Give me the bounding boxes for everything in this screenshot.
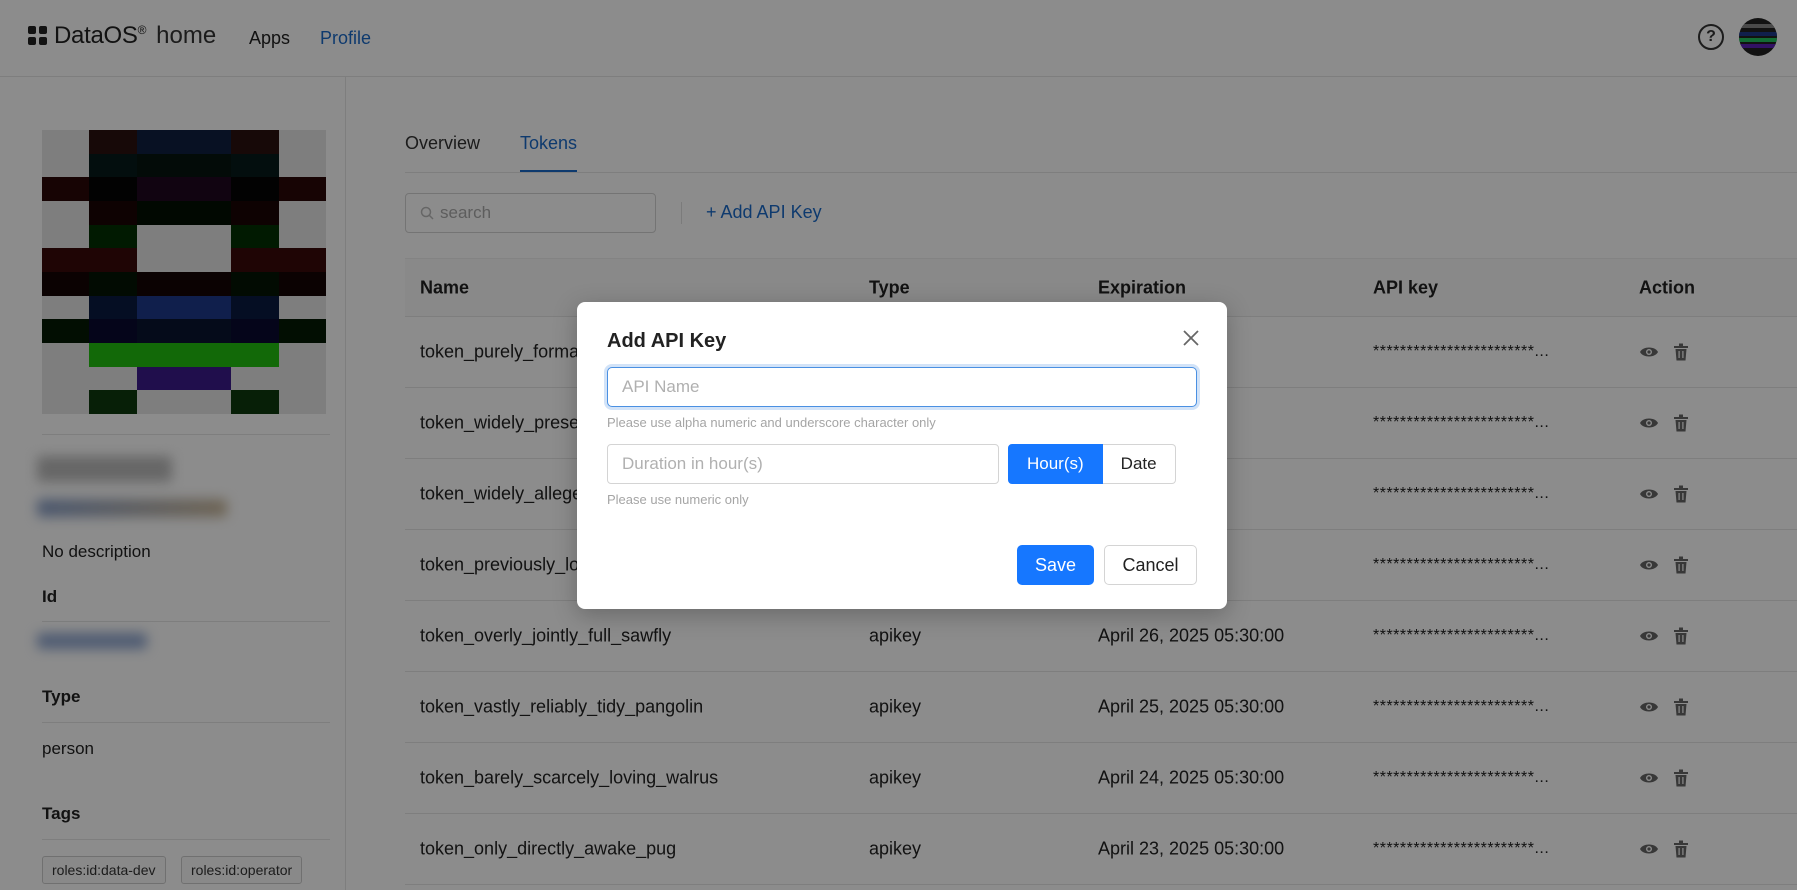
api-name-hint: Please use alpha numeric and underscore …	[607, 415, 936, 430]
close-icon[interactable]	[1179, 326, 1203, 350]
add-api-key-modal: Add API Key Please use alpha numeric and…	[577, 302, 1227, 609]
api-name-input[interactable]	[607, 367, 1197, 407]
unit-hours-button[interactable]: Hour(s)	[1008, 444, 1103, 484]
cancel-button[interactable]: Cancel	[1104, 545, 1197, 585]
duration-input[interactable]	[607, 444, 999, 484]
modal-title: Add API Key	[607, 330, 727, 352]
duration-hint: Please use numeric only	[607, 492, 749, 507]
duration-unit-toggle: Hour(s) Date	[1008, 444, 1176, 484]
unit-date-button[interactable]: Date	[1102, 444, 1176, 484]
save-button[interactable]: Save	[1017, 545, 1094, 585]
